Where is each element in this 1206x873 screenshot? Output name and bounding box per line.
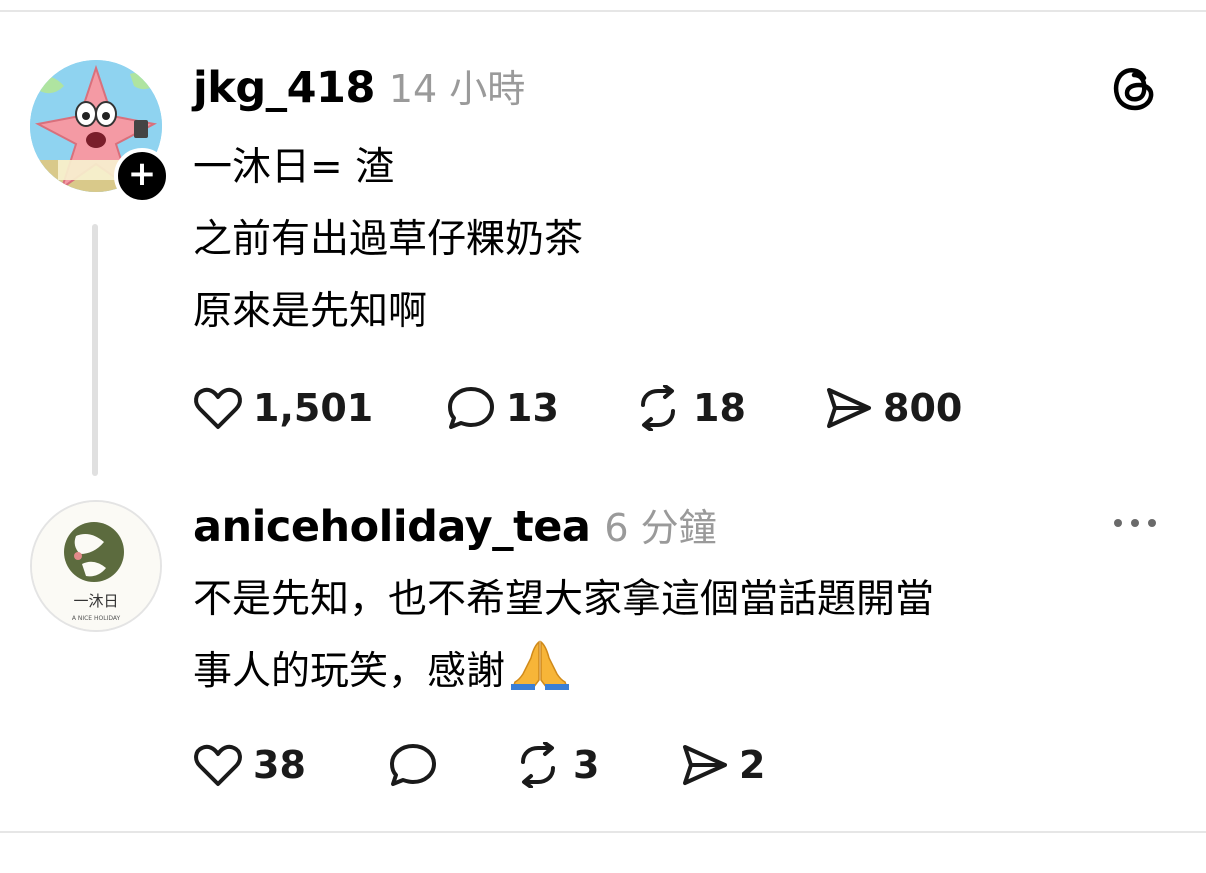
comment-icon: [390, 744, 436, 786]
share-count: 2: [739, 743, 766, 787]
send-icon: [827, 388, 871, 428]
follow-plus-button[interactable]: +: [114, 148, 170, 204]
post-header: jkg_418 14 小時: [193, 58, 525, 113]
repost-button[interactable]: 18: [633, 384, 746, 432]
threads-logo-icon[interactable]: [1110, 64, 1158, 112]
share-button[interactable]: 800: [823, 384, 962, 432]
repost-button[interactable]: 3: [513, 741, 599, 789]
post-line-with-emoji: 事人的玩笑，感謝: [193, 636, 934, 708]
repost-count: 3: [573, 743, 600, 787]
post-line: 事人的玩笑，感謝: [193, 649, 506, 694]
brand-logo-text: 一沐日: [73, 592, 118, 610]
reply-button[interactable]: [388, 741, 448, 789]
post-line: 之前有出過草仔粿奶茶: [193, 217, 584, 262]
post-body: 不是先知，也不希望大家拿這個當話題開當 事人的玩笑，感謝: [193, 564, 934, 708]
like-button[interactable]: 1,501: [193, 384, 373, 432]
comment-icon: [448, 387, 494, 429]
send-icon: [683, 745, 727, 785]
post-header: aniceholiday_tea 6 分鐘: [193, 497, 717, 552]
like-button[interactable]: 38: [193, 741, 306, 789]
repost-count: 18: [693, 386, 746, 430]
reply-button[interactable]: 13: [446, 384, 559, 432]
share-button[interactable]: 2: [679, 741, 765, 789]
like-count: 38: [253, 743, 306, 787]
repost-icon: [641, 385, 675, 431]
heart-icon: [194, 744, 242, 786]
post-line: 原來是先知啊: [193, 289, 428, 334]
more-options-icon[interactable]: [1110, 512, 1160, 534]
post-line: 不是先知，也不希望大家拿這個當話題開當: [193, 577, 935, 622]
repost-icon: [521, 742, 555, 788]
like-count: 1,501: [253, 386, 374, 430]
folded-hands-emoji-icon: [511, 640, 570, 690]
post-line: 一沐日= 渣: [193, 145, 395, 190]
username[interactable]: jkg_418: [193, 63, 375, 113]
username[interactable]: aniceholiday_tea: [193, 502, 591, 552]
post-timestamp: 6 分鐘: [604, 506, 717, 550]
bottom-divider: [0, 831, 1206, 833]
share-count: 800: [883, 386, 963, 430]
thread-connector-line: [92, 224, 98, 476]
post-body: 一沐日= 渣 之前有出過草仔粿奶茶 原來是先知啊: [193, 132, 583, 348]
brand-logo-avatar-icon: 一沐日 A NICE HOLIDAY: [32, 502, 160, 630]
top-divider: [0, 10, 1206, 12]
avatar[interactable]: 一沐日 A NICE HOLIDAY: [30, 500, 162, 632]
reply-count: 13: [506, 386, 559, 430]
heart-icon: [194, 387, 242, 429]
post-timestamp: 14 小時: [388, 67, 526, 111]
brand-logo-subtext: A NICE HOLIDAY: [72, 615, 121, 622]
